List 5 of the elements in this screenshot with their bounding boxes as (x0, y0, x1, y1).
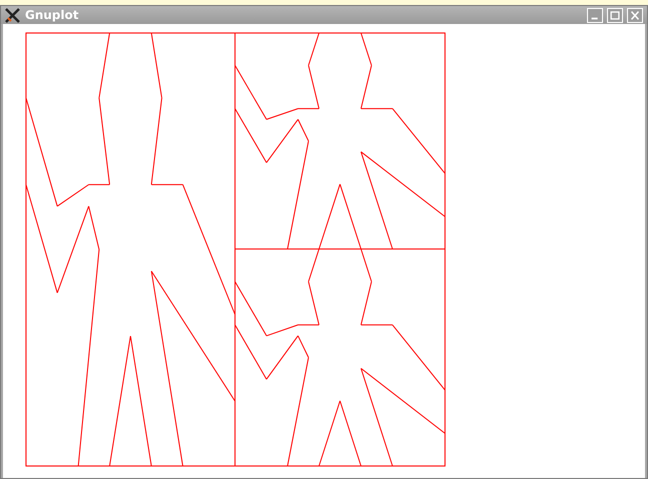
minimize-icon[interactable] (587, 8, 603, 22)
close-icon[interactable] (627, 8, 643, 22)
window-title: Gnuplot (25, 7, 79, 24)
x-logo-icon (5, 8, 21, 22)
maximize-icon[interactable] (607, 8, 623, 22)
